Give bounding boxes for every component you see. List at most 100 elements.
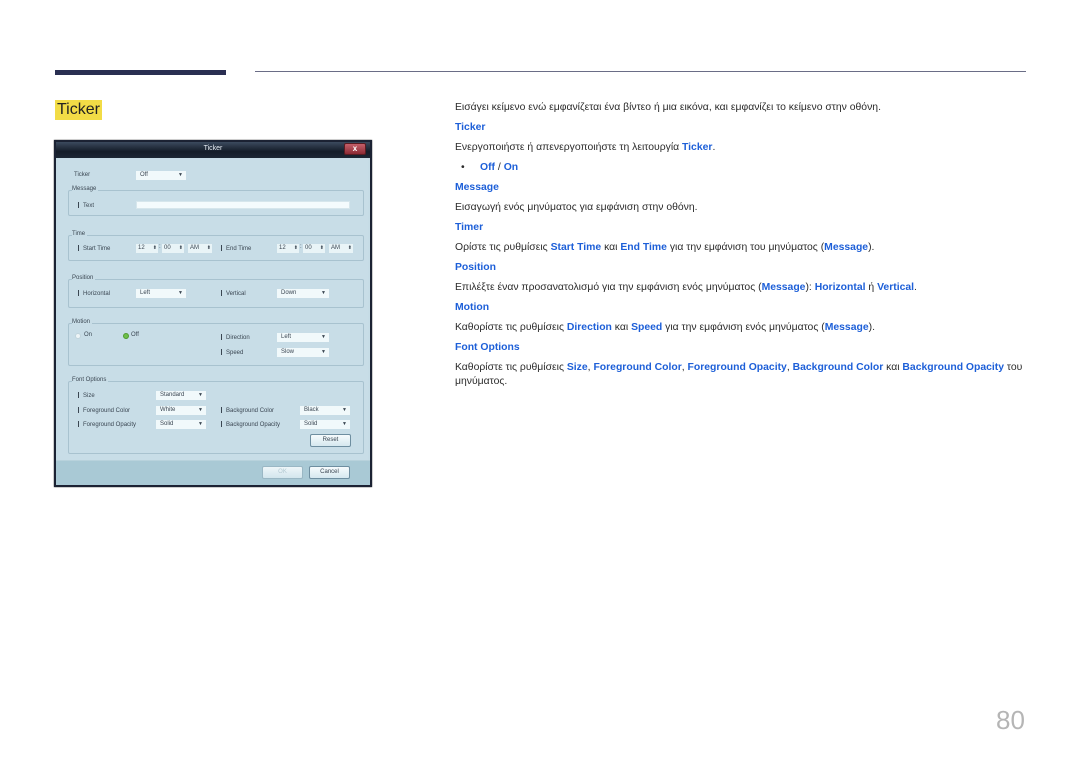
spinner-arrows-icon: ⬍ [178, 245, 183, 251]
chevron-down-icon: ▼ [342, 421, 347, 427]
motion-off-radio[interactable] [123, 333, 129, 339]
end-ampm-spinner[interactable]: AM ⬍ [329, 244, 353, 253]
ok-button[interactable]: OK [262, 466, 303, 479]
horizontal-select[interactable]: Left ▼ [136, 289, 186, 298]
close-icon: x [352, 144, 358, 153]
start-time-label: Start Time [78, 245, 110, 252]
keyword: Direction [566, 322, 612, 333]
keyword: Vertical [877, 282, 915, 293]
motion-on-radio[interactable] [75, 333, 81, 339]
fg-opacity-select-value: Solid [160, 421, 174, 427]
motion-off-label: Off [131, 332, 139, 338]
vertical-select-value: Down [281, 290, 297, 296]
speed-select[interactable]: Slow ▼ [277, 348, 329, 357]
close-button[interactable]: x [344, 143, 366, 155]
vertical-select[interactable]: Down ▼ [277, 289, 329, 298]
size-select[interactable]: Standard ▼ [156, 391, 206, 400]
speed-select-value: Slow [281, 349, 295, 355]
motion-on-label: On [84, 332, 93, 338]
chevron-down-icon: ▼ [198, 392, 203, 398]
position-description: Επιλέξτε έναν προσανατολισμό για την εμφ… [455, 281, 1025, 301]
motion-description: Καθορίστε τις ρυθμίσεις Direction και Sp… [455, 321, 1025, 341]
bg-color-select[interactable]: Black ▼ [300, 406, 350, 415]
fg-color-select[interactable]: White ▼ [156, 406, 206, 415]
keyword: Foreground Color [593, 362, 682, 373]
keyword: Foreground Opacity [687, 362, 787, 373]
spinner-arrows-icon: ⬍ [152, 245, 157, 251]
size-select-value: Standard [160, 392, 185, 398]
horizontal-label: Horizontal [78, 290, 110, 297]
fg-opacity-label: Foreground Opacity [78, 421, 136, 428]
ticker-options: • Off / On [455, 161, 1025, 181]
text-run: ). [868, 242, 875, 253]
text-run: και [883, 362, 903, 373]
start-ampm-spinner[interactable]: AM ⬍ [188, 244, 212, 253]
bg-opacity-select[interactable]: Solid ▼ [300, 420, 350, 429]
message-description: Εισαγωγή ενός μηνύματος για εμφάνιση στη… [455, 202, 698, 213]
font-options-description: Καθορίστε τις ρυθμίσεις Size, Foreground… [455, 361, 1025, 389]
start-min-spinner[interactable]: 00 ⬍ [162, 244, 184, 253]
start-ampm-value: AM [190, 245, 199, 251]
text-run: Καθορίστε τις ρυθμίσεις [455, 322, 567, 333]
end-hour-value: 12 [279, 245, 286, 251]
start-min-value: 00 [164, 245, 171, 251]
end-min-value: 00 [305, 245, 312, 251]
start-hour-spinner[interactable]: 12 ⬍ [136, 244, 158, 253]
header-bar-thick [55, 70, 226, 75]
text-run: Ενεργοποιήστε ή απενεργοποιήστε τη λειτο… [455, 142, 683, 153]
message-group-title: Message [72, 186, 99, 192]
font-options-group-title: Font Options [72, 377, 109, 383]
ticker-heading: Ticker [455, 122, 486, 133]
text-run: για την εμφάνιση του μηνύματος ( [666, 242, 825, 253]
text-run: ). [868, 322, 875, 333]
spinner-arrows-icon: ⬍ [347, 245, 352, 251]
bg-color-label: Background Color [221, 407, 274, 414]
size-label: Size [78, 392, 95, 399]
message-heading: Message [455, 182, 499, 193]
time-group-title: Time [72, 231, 88, 237]
keyword: Start Time [550, 242, 602, 253]
position-group-title: Position [72, 275, 96, 281]
message-text-input[interactable] [136, 201, 350, 209]
description-column: Εισάγει κείμενο ενώ εμφανίζεται ένα βίντ… [455, 101, 1025, 389]
ticker-select[interactable]: Off ▼ [136, 171, 186, 180]
chevron-down-icon: ▼ [321, 290, 326, 296]
bg-opacity-select-value: Solid [304, 421, 318, 427]
motion-heading: Motion [455, 302, 490, 313]
keyword: Ticker [682, 142, 713, 153]
fg-opacity-select[interactable]: Solid ▼ [156, 420, 206, 429]
end-hour-spinner[interactable]: 12 ⬍ [277, 244, 299, 253]
chevron-down-icon: ▼ [321, 349, 326, 355]
speed-label: Speed [221, 349, 243, 356]
header-rule [255, 71, 1026, 72]
vertical-label: Vertical [221, 290, 246, 297]
motion-group [68, 323, 364, 366]
keyword: Horizontal [814, 282, 866, 293]
cancel-button[interactable]: Cancel [309, 466, 350, 479]
direction-select[interactable]: Left ▼ [277, 333, 329, 342]
chevron-down-icon: ▼ [178, 290, 183, 296]
text-run: . [712, 142, 716, 153]
reset-button[interactable]: Reset [310, 434, 351, 447]
text-run: για την εμφάνιση ενός μηνύματος ( [662, 322, 825, 333]
timer-heading: Timer [455, 222, 484, 233]
motion-group-title: Motion [72, 319, 93, 325]
keyword: Off [480, 162, 496, 173]
start-hour-value: 12 [138, 245, 145, 251]
section-title: Ticker [55, 100, 102, 120]
chevron-down-icon: ▼ [198, 421, 203, 427]
ticker-dialog: Ticker x Ticker Off ▼ Message Text Time S… [54, 140, 372, 487]
keyword: Size [566, 362, 588, 373]
position-heading: Position [455, 262, 496, 273]
dialog-body: Ticker Off ▼ Message Text Time Start Time… [58, 159, 368, 461]
dialog-footer: OK Cancel [56, 460, 370, 485]
fg-color-select-value: White [160, 407, 176, 413]
page-number: 80 [996, 705, 1025, 735]
horizontal-select-value: Left [140, 290, 151, 296]
fg-color-label: Foreground Color [78, 407, 130, 414]
text-run: και [611, 322, 632, 333]
intro-text: Εισάγει κείμενο ενώ εμφανίζεται ένα βίντ… [455, 102, 881, 113]
text-run: . [914, 282, 917, 293]
time-colon: : [300, 244, 302, 250]
end-min-spinner[interactable]: 00 ⬍ [303, 244, 325, 253]
